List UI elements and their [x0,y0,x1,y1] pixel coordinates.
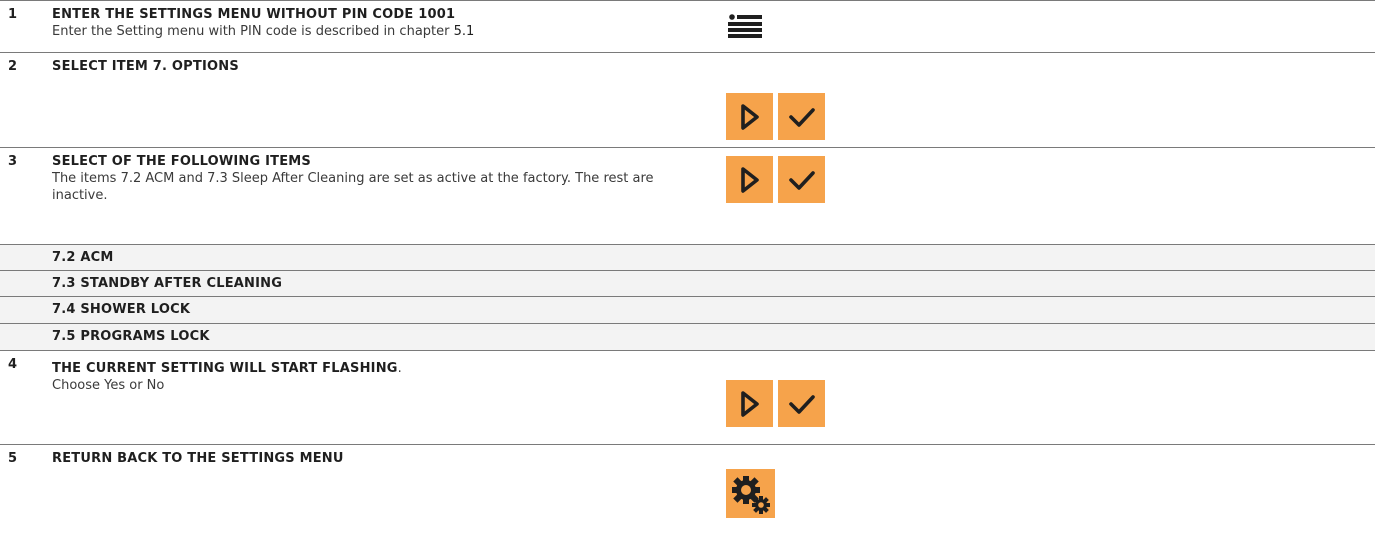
step-number: 4 [8,357,18,372]
play-arrow-icon [726,380,773,427]
step-row-3: 3 SELECT OF THE FOLLOWING ITEMS The item… [0,147,1375,244]
sub-item-row: 7.3 STANDBY AFTER CLEANING [0,270,1375,296]
step-number: 1 [8,7,18,22]
step-row-4: 4 THE CURRENT SETTING WILL START FLASHIN… [0,350,1375,444]
step-number: 2 [8,59,18,74]
settings-gears-icon [726,469,775,518]
sub-item-label: 7.2 ACM [52,250,114,265]
step-row-5: 5 RETURN BACK TO THE SETTINGS MENU [0,444,1375,549]
step-icons [726,380,825,427]
sub-item-label: 7.5 PROGRAMS LOCK [52,329,210,344]
checkmark-icon [778,93,825,140]
sub-item-row: 7.5 PROGRAMS LOCK [0,323,1375,350]
play-arrow-icon [726,156,773,203]
play-arrow-icon [726,93,773,140]
step-row-2: 2 SELECT ITEM 7. OPTIONS [0,52,1375,147]
step-icons [726,93,825,140]
step-title-line: THE CURRENT SETTING WILL START FLASHING. [52,357,662,377]
step-number: 5 [8,451,18,466]
checkmark-icon [778,380,825,427]
step-icons [726,156,825,203]
step-title: SELECT OF THE FOLLOWING ITEMS [52,154,311,169]
sub-item-label: 7.3 STANDBY AFTER CLEANING [52,276,283,291]
step-title: RETURN BACK TO THE SETTINGS MENU [52,451,344,466]
chapter-reference: 5.1 [453,24,475,39]
step-description: Enter the Setting menu with PIN code is … [52,24,475,39]
sub-item-label: 7.4 SHOWER LOCK [52,302,191,317]
step-number: 3 [8,154,18,169]
step-title: THE CURRENT SETTING WILL START FLASHING [52,361,398,376]
instruction-table: 1 ENTER THE SETTINGS MENU WITHOUT PIN CO… [0,0,1375,549]
step-title: SELECT ITEM 7. OPTIONS [52,59,239,74]
checkmark-icon [778,156,825,203]
sub-item-row: 7.2 ACM [0,244,1375,270]
menu-list-icon [728,14,762,42]
step-row-1: 1 ENTER THE SETTINGS MENU WITHOUT PIN CO… [0,0,1375,52]
title-suffix: . [397,361,402,376]
step-description: Choose Yes or No [52,378,165,393]
sub-item-row: 7.4 SHOWER LOCK [0,296,1375,323]
step-description: The items 7.2 ACM and 7.3 Sleep After Cl… [52,171,654,203]
step-icons [726,469,775,518]
step-title: ENTER THE SETTINGS MENU WITHOUT PIN CODE… [52,7,456,22]
